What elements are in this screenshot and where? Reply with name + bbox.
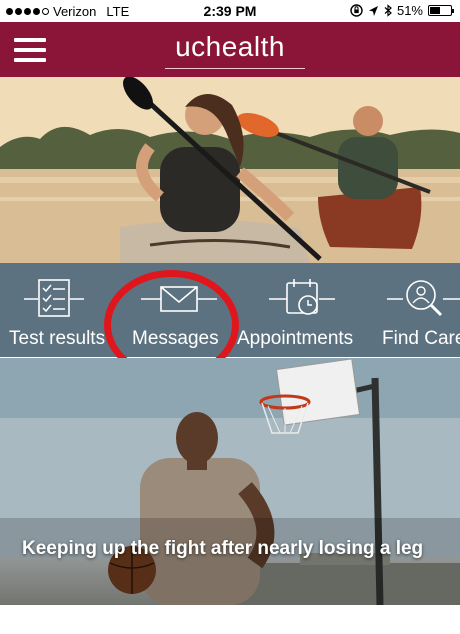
battery-percent: 51%: [396, 3, 423, 18]
hero-image: [0, 77, 460, 263]
nav-item-test-results[interactable]: Test results: [0, 263, 112, 357]
nav-item-appointments[interactable]: Appointments: [237, 263, 365, 357]
bluetooth-icon: [384, 4, 392, 17]
nav-label-test-results: Test results: [9, 328, 106, 349]
battery-icon: [428, 5, 454, 16]
nav-item-find-care[interactable]: Find Care: [375, 263, 460, 357]
featured-article-card[interactable]: Keeping up the fight after nearly losing…: [0, 358, 460, 605]
search-person-icon: [387, 280, 460, 317]
app-logo: uchealth: [175, 31, 285, 62]
content-spacer: [0, 605, 460, 634]
lock-rotation-icon: [350, 4, 363, 17]
location-arrow-icon: [368, 5, 378, 16]
app-header: uchealth: [0, 22, 460, 77]
article-headline: Keeping up the fight after nearly losing…: [22, 538, 424, 559]
calendar-clock-icon: [269, 279, 335, 315]
status-icons: 51%: [350, 3, 454, 18]
status-bar: Verizon LTE 2:39 PM 51%: [0, 0, 460, 22]
clipboard-checklist-icon: [24, 279, 84, 317]
nav-label-appointments: Appointments: [237, 328, 354, 349]
nav-label-find-care: Find Care: [382, 328, 460, 349]
logo-underline: [165, 68, 305, 69]
